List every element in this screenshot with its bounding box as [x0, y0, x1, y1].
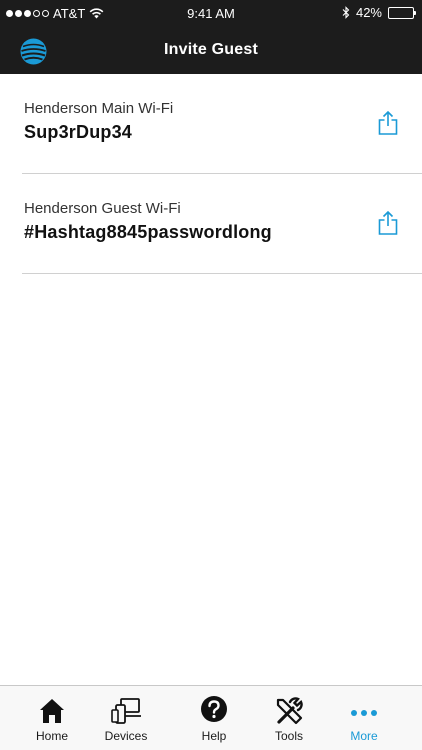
tab-label: Home — [35, 729, 68, 743]
devices-icon — [111, 698, 141, 724]
tab-bar: Home Devices Help Tools More — [0, 685, 422, 750]
share-icon[interactable] — [377, 110, 399, 136]
help-icon — [201, 696, 227, 722]
tab-label: Devices — [104, 729, 148, 743]
top-bar: AT&T 9:41 AM 42% Invite Guest — [0, 0, 422, 74]
status-bar: AT&T 9:41 AM 42% — [0, 0, 422, 28]
network-password: Sup3rDup34 — [24, 122, 133, 142]
tab-label: Tools — [274, 729, 303, 743]
network-name: Henderson Guest Wi-Fi — [24, 200, 181, 217]
tab-tools[interactable]: Tools — [247, 686, 331, 750]
tab-home[interactable]: Home — [10, 686, 94, 750]
nav-header: Invite Guest — [0, 28, 422, 74]
network-list: Henderson Main Wi-Fi Sup3rDup34 Henderso… — [22, 74, 422, 274]
page-title: Invite Guest — [164, 41, 258, 58]
battery-percent: 42% — [355, 5, 382, 20]
network-row-main: Henderson Main Wi-Fi Sup3rDup34 — [22, 74, 422, 174]
tools-icon — [276, 697, 303, 725]
status-right: 42% — [342, 5, 416, 20]
tab-help[interactable]: Help — [172, 686, 256, 750]
home-icon — [40, 699, 64, 723]
tab-label: Help — [201, 729, 227, 743]
tab-label: More — [350, 729, 378, 743]
share-icon[interactable] — [377, 210, 399, 236]
network-password: #Hashtag8845passwordlong — [24, 222, 272, 242]
bluetooth-icon — [342, 6, 350, 19]
battery-icon — [388, 6, 416, 19]
network-name: Henderson Main Wi-Fi — [24, 100, 174, 117]
tab-more[interactable]: More — [322, 686, 406, 750]
network-row-guest: Henderson Guest Wi-Fi #Hashtag8845passwo… — [22, 174, 422, 274]
tab-devices[interactable]: Devices — [84, 686, 168, 750]
more-icon — [351, 710, 377, 716]
